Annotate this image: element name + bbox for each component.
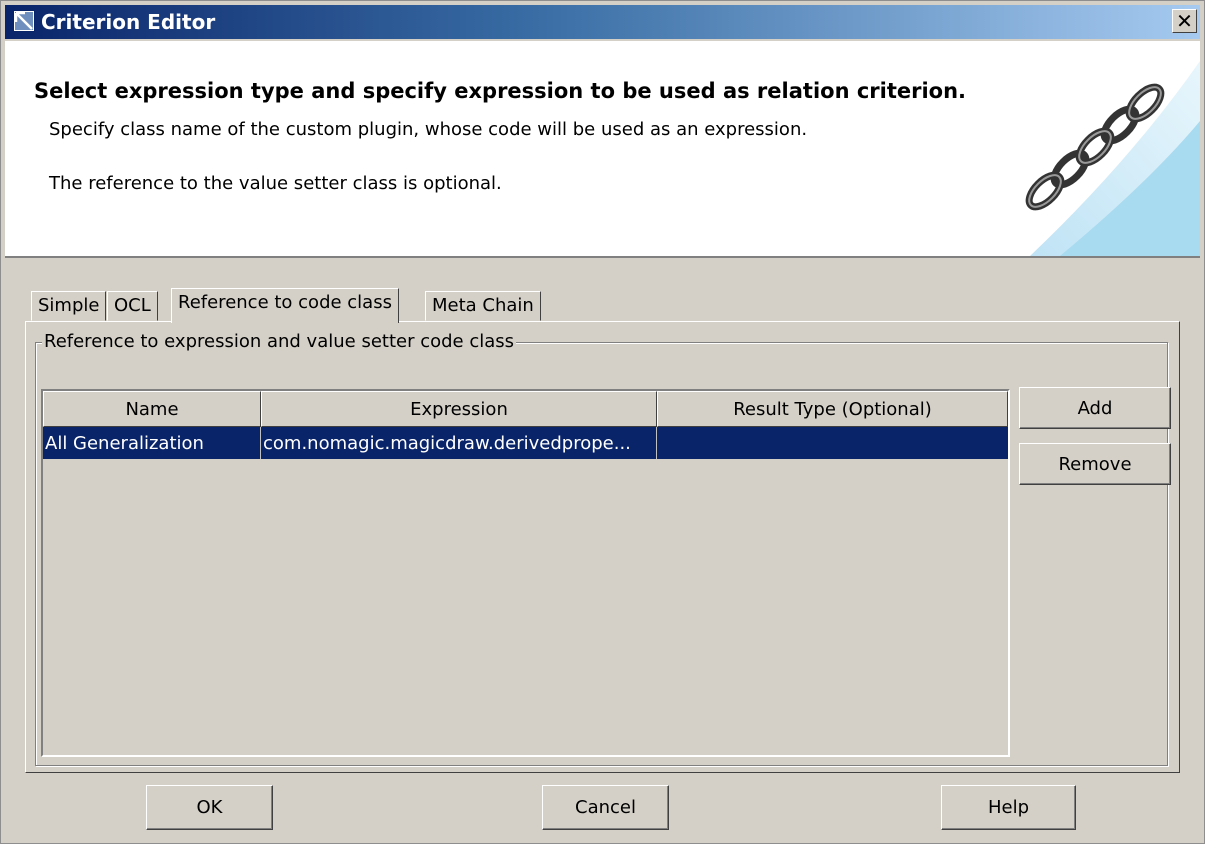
cancel-button[interactable]: Cancel: [542, 785, 669, 830]
help-button[interactable]: Help: [941, 785, 1076, 830]
chain-links-icon: [1025, 61, 1200, 256]
column-header-label: Result Type (Optional): [733, 398, 932, 420]
button-label: Help: [987, 797, 1030, 818]
column-header-label: Name: [125, 398, 179, 420]
close-button[interactable]: ✕: [1172, 9, 1197, 33]
table-header: Name Expression Result Type (Optional): [43, 391, 1008, 427]
criteria-table[interactable]: Name Expression Result Type (Optional) A…: [41, 389, 1010, 757]
cell-expression[interactable]: com.nomagic.magicdraw.derivedprope...: [261, 427, 657, 459]
column-header-label: Expression: [410, 398, 508, 420]
button-label: Add: [1077, 397, 1113, 419]
window-title: Criterion Editor: [41, 10, 216, 34]
banner-description: Specify class name of the custom plugin,…: [49, 119, 808, 140]
tab-ocl[interactable]: OCL: [107, 291, 158, 321]
cell-name[interactable]: All Generalization: [43, 427, 261, 459]
remove-button[interactable]: Remove: [1019, 443, 1171, 485]
banner-note: The reference to the value setter class …: [49, 173, 502, 194]
app-icon: [13, 10, 35, 32]
header-banner: Select expression type and specify expre…: [5, 41, 1200, 258]
cell-result-type[interactable]: [657, 427, 1008, 459]
tab-panel: Reference to expression and value setter…: [25, 321, 1180, 773]
tab-label: Reference to code class: [178, 292, 392, 313]
banner-heading: Select expression type and specify expre…: [34, 79, 967, 103]
tab-label: OCL: [114, 295, 151, 316]
group-legend: Reference to expression and value setter…: [42, 331, 517, 352]
button-label: Cancel: [575, 797, 636, 818]
close-icon: ✕: [1176, 9, 1193, 33]
tab-label: Simple: [38, 295, 100, 316]
tab-simple[interactable]: Simple: [31, 291, 107, 321]
tab-meta-chain[interactable]: Meta Chain: [425, 291, 541, 321]
ok-button[interactable]: OK: [146, 785, 273, 830]
button-label: OK: [196, 797, 223, 818]
column-header-name[interactable]: Name: [43, 391, 261, 427]
tab-reference-to-code-class[interactable]: Reference to code class: [171, 288, 399, 323]
column-header-expression[interactable]: Expression: [261, 391, 657, 427]
table-row[interactable]: All Generalization com.nomagic.magicdraw…: [43, 427, 1008, 459]
column-header-result-type[interactable]: Result Type (Optional): [657, 391, 1008, 427]
tab-label: Meta Chain: [432, 295, 534, 316]
criterion-editor-dialog: Criterion Editor ✕ Select expression typ…: [0, 0, 1205, 844]
title-bar[interactable]: Criterion Editor ✕: [5, 5, 1200, 39]
button-label: Remove: [1058, 453, 1132, 475]
add-button[interactable]: Add: [1019, 387, 1171, 429]
